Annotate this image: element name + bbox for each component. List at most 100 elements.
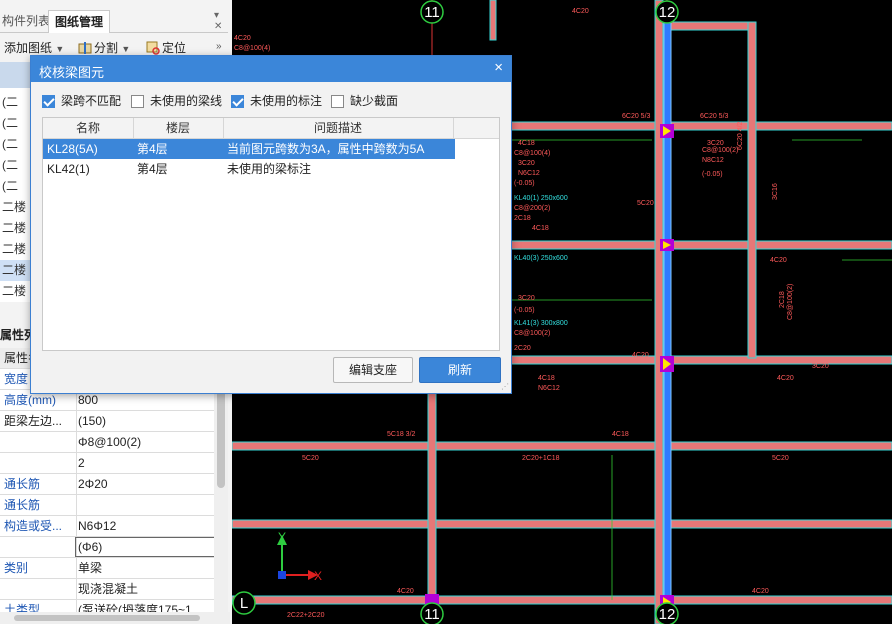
axis-label: 12 — [659, 4, 676, 21]
selected-beam-kl28[interactable] — [663, 17, 672, 613]
cad-annotation-text: 2C22+2C20 — [287, 612, 325, 619]
cad-annotation-text: 3C20 — [518, 295, 535, 302]
tree-item[interactable]: (二 — [0, 134, 32, 155]
property-name — [0, 579, 77, 599]
dialog-titlebar[interactable]: 校核梁图元 × — [31, 56, 511, 82]
property-name — [0, 537, 77, 557]
column-header-description[interactable]: 问题描述 — [223, 118, 454, 138]
tree-item[interactable]: (二 — [0, 155, 32, 176]
checkbox-label: 未使用的标注 — [250, 94, 323, 108]
property-row[interactable]: 通长筋 — [0, 495, 214, 516]
property-value[interactable] — [78, 495, 212, 515]
close-icon[interactable]: × — [494, 60, 503, 76]
table-row[interactable]: KL42(1) 第4层 未使用的梁标注 — [43, 159, 455, 179]
beam — [232, 519, 892, 529]
refresh-button[interactable]: 刷新 — [419, 357, 501, 383]
property-row[interactable]: 类别 单梁 — [0, 558, 214, 579]
property-row[interactable]: 构造或受... N6Φ12 — [0, 516, 214, 537]
property-value[interactable]: N6Φ12 — [78, 516, 212, 536]
tree-item[interactable]: 二楼 — [0, 218, 32, 239]
tree-item[interactable]: 二楼 — [0, 239, 32, 260]
property-row[interactable]: Φ8@100(2) — [0, 432, 214, 453]
cad-annotation-text: 4C20 — [632, 352, 649, 359]
cad-annotation-text: 4C20 — [572, 8, 589, 15]
cad-annotation-text: 4C20 — [234, 35, 251, 42]
property-value[interactable]: 2Φ20 — [78, 474, 212, 494]
table-header: 名称 楼层 问题描述 — [43, 118, 499, 139]
property-row[interactable]: 距梁左边... (150) — [0, 411, 214, 432]
resize-grip-icon[interactable]: ⋰ — [501, 383, 509, 391]
tree-item[interactable]: (二 — [0, 113, 32, 134]
split-label: 分割 — [94, 41, 119, 55]
cad-annotation-text: 5C20 — [302, 455, 319, 462]
more-icon[interactable]: » — [216, 41, 222, 52]
scrollbar-thumb[interactable] — [217, 378, 225, 488]
cad-annotation-text: KL40(3) 250x600 — [514, 255, 568, 262]
checkbox[interactable] — [331, 95, 344, 108]
property-value-input[interactable]: (Φ6) — [75, 537, 216, 557]
cad-annotation-text: KL40(1) 250x600 — [514, 195, 568, 202]
beam — [747, 21, 757, 359]
cad-annotation-text: C8@200(2) — [514, 205, 550, 212]
tree-item[interactable]: 二楼 — [0, 197, 32, 218]
property-value[interactable]: 现浇混凝土 — [78, 579, 212, 599]
cad-annotation-text: 4C18 — [612, 431, 629, 438]
cad-annotation-text: 2C20 — [514, 345, 531, 352]
property-value[interactable]: Φ8@100(2) — [78, 432, 212, 452]
dialog-title: 校核梁图元 — [39, 65, 105, 80]
chevron-down-icon: ▼ — [121, 44, 131, 54]
beam — [232, 595, 892, 605]
beam — [661, 21, 755, 31]
edit-support-button[interactable]: 编辑支座 — [333, 357, 413, 383]
property-name: 距梁左边... — [0, 411, 77, 431]
cad-annotation-text: 2C20+1C18 — [522, 455, 560, 462]
cad-annotation-text: 3C20 — [518, 160, 535, 167]
cad-annotation-text: C8@100(2) — [787, 284, 794, 320]
tree-item[interactable]: (二 — [0, 92, 32, 113]
cad-annotation-text: C8@100(2) — [514, 330, 550, 337]
property-value[interactable]: 2 — [78, 453, 212, 473]
ucs-icon: Y X — [277, 530, 322, 583]
axis-label: 11 — [424, 606, 440, 623]
property-row[interactable]: 通长筋 2Φ20 — [0, 474, 214, 495]
filter-unused-labels[interactable]: 未使用的标注 — [231, 93, 322, 109]
checkbox[interactable] — [42, 95, 55, 108]
tree-item[interactable]: 二楼 — [0, 281, 32, 302]
cad-annotation-text: 3C20 — [812, 363, 829, 370]
axis-label: 11 — [424, 4, 440, 21]
filter-span-mismatch[interactable]: 梁跨不匹配 — [42, 93, 121, 109]
checkbox[interactable] — [231, 95, 244, 108]
cad-annotation-text: 4C20 — [777, 375, 794, 382]
axis-label: L — [240, 595, 248, 612]
property-row[interactable]: (Φ6) — [0, 537, 216, 558]
tree-item[interactable]: (二 — [0, 176, 32, 197]
cad-annotation-text: 6C20 5/3 — [622, 113, 651, 120]
tree-item-selected[interactable]: 二楼 — [0, 260, 32, 281]
property-row[interactable]: 2 — [0, 453, 214, 474]
column-header-floor[interactable]: 楼层 — [133, 118, 224, 138]
pin-icon[interactable]: ▾ ✕ — [214, 10, 228, 32]
cad-annotation-text: 6C20 4/2 — [737, 121, 744, 150]
ucs-x-label: X — [314, 569, 322, 583]
cell-floor: 第4层 — [137, 162, 168, 176]
horizontal-scrollbar[interactable] — [0, 612, 230, 624]
filter-unused-beam-lines[interactable]: 未使用的梁线 — [131, 93, 222, 109]
cad-annotation-text: C8@100(4) — [234, 45, 270, 52]
property-row[interactable]: 现浇混凝土 — [0, 579, 214, 600]
cad-annotation-text: N6C12 — [538, 385, 560, 392]
cad-annotation-text: C8@100(4) — [514, 150, 550, 157]
cad-annotation-text: 4C18 — [518, 140, 535, 147]
filter-missing-section[interactable]: 缺少截面 — [331, 93, 398, 109]
property-value[interactable]: 单梁 — [78, 558, 212, 578]
cell-name: KL28(5A) — [47, 142, 98, 156]
cad-annotation-text: 5C20 — [772, 455, 789, 462]
column-header-name[interactable]: 名称 — [43, 118, 134, 138]
tab-drawing-manage[interactable]: 图纸管理 — [48, 10, 111, 33]
beam — [427, 379, 437, 624]
property-value[interactable]: (150) — [78, 411, 212, 431]
table-row[interactable]: KL28(5A) 第4层 当前图元跨数为3A，属性中跨数为5A — [43, 139, 455, 159]
scrollbar-thumb[interactable] — [14, 615, 200, 621]
checkbox[interactable] — [131, 95, 144, 108]
beam — [489, 0, 497, 41]
cell-name: KL42(1) — [47, 162, 90, 176]
